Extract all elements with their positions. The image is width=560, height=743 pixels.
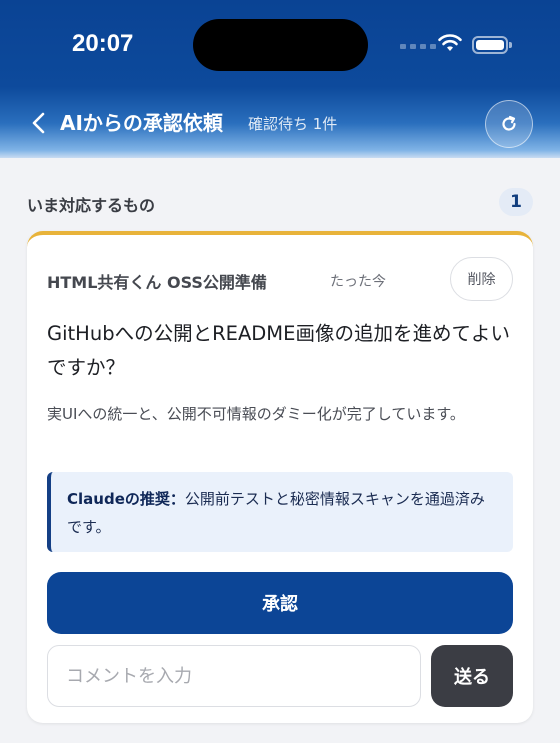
delete-button[interactable]: 削除 bbox=[450, 257, 513, 301]
send-button[interactable]: 送る bbox=[431, 645, 513, 707]
battery-icon bbox=[472, 36, 512, 54]
page-title: AIからの承認依頼 bbox=[60, 111, 223, 135]
chevron-left-icon[interactable] bbox=[28, 110, 50, 136]
cellular-signal-icon bbox=[400, 44, 436, 49]
wifi-icon bbox=[438, 34, 462, 51]
status-time: 20:07 bbox=[72, 30, 134, 57]
refresh-icon bbox=[502, 115, 516, 131]
refresh-button[interactable] bbox=[485, 100, 533, 148]
count-badge: 1 bbox=[499, 188, 533, 216]
pending-count-label: 確認待ち 1件 bbox=[248, 115, 338, 133]
project-name: HTML共有くん OSS公開準備 bbox=[47, 273, 267, 292]
dynamic-island bbox=[193, 19, 368, 71]
approval-description: 実UIへの統一と、公開不可情報のダミー化が完了しています。 bbox=[47, 405, 465, 423]
approval-card: HTML共有くん OSS公開準備 たった今 削除 GitHubへの公開とREAD… bbox=[27, 231, 533, 723]
comment-input[interactable] bbox=[47, 645, 421, 707]
recommendation-box: Claudeの推奨：公開前テストと秘密情報スキャンを通過済みです。 bbox=[47, 472, 513, 552]
approval-question: GitHubへの公開とREADME画像の追加を進めてよいですか？ bbox=[47, 322, 510, 379]
approve-button[interactable]: 承認 bbox=[47, 572, 513, 634]
timestamp: たった今 bbox=[330, 274, 386, 290]
section-title: いま対応するもの bbox=[27, 196, 156, 215]
recommendation-label: Claudeの推奨： bbox=[67, 490, 185, 508]
app-header: 20:07 AIからの承認依頼 確認待ち 1件 bbox=[0, 0, 560, 158]
